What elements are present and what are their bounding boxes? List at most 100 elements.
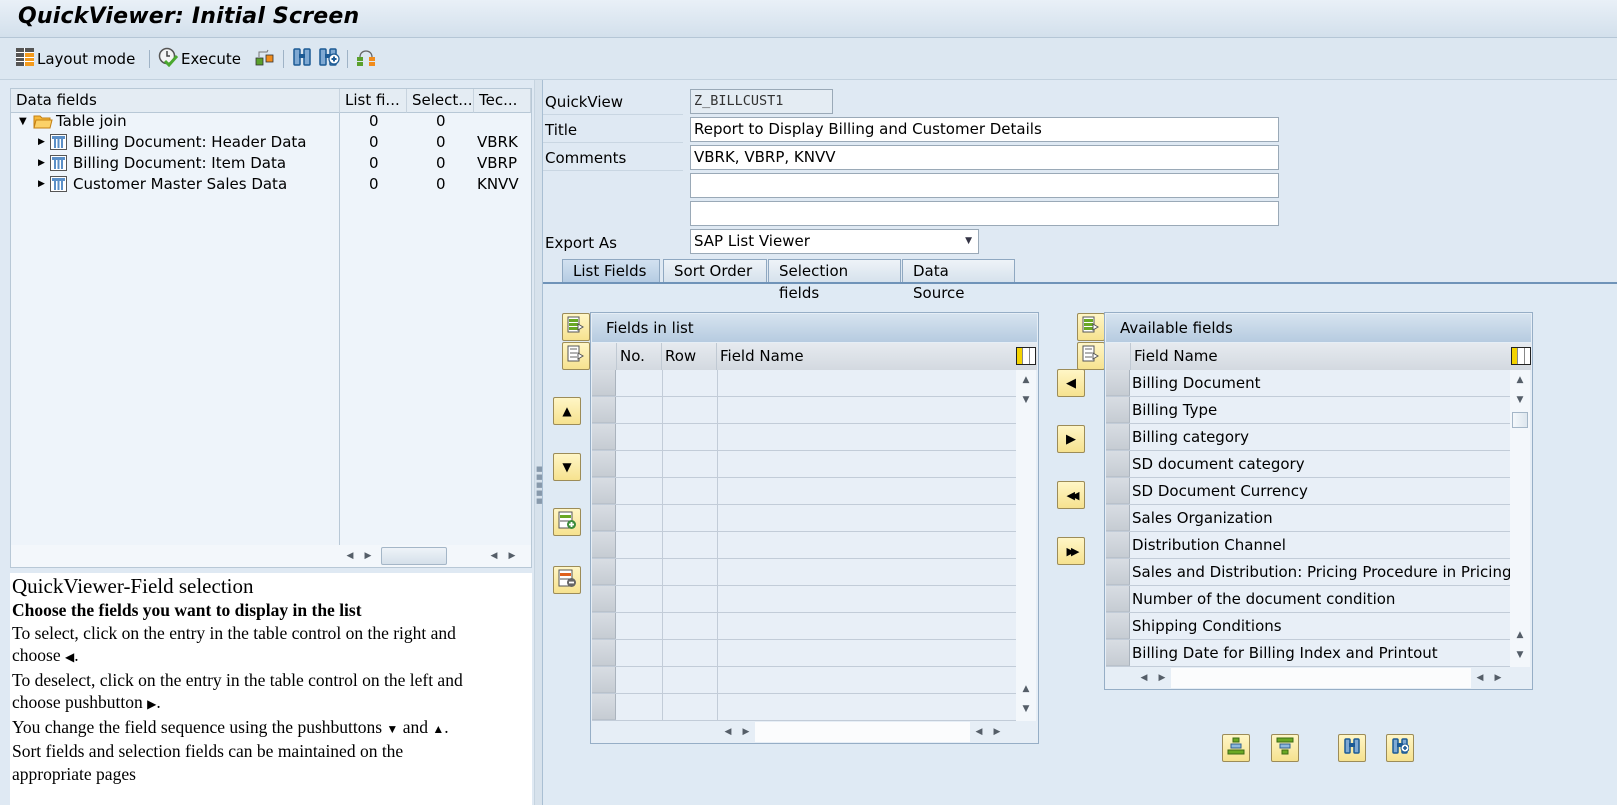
available-fields-horizontal-scrollbar[interactable]: ◀ ▶ ◀ ▶ <box>1135 667 1507 689</box>
available-deselect-all-button[interactable] <box>1077 342 1105 370</box>
find-field-button[interactable] <box>1338 734 1366 762</box>
fields-in-list-row[interactable] <box>592 694 1016 721</box>
row-selector[interactable] <box>1106 586 1130 612</box>
row-selector[interactable] <box>592 532 616 558</box>
row-selector[interactable] <box>592 640 616 666</box>
fields-in-list-row[interactable] <box>592 586 1016 613</box>
sort-ascending-button[interactable] <box>1222 734 1250 762</box>
add-all-fields-button[interactable]: ◀◀ <box>1057 481 1085 509</box>
available-field-row[interactable]: Billing Document <box>1106 370 1510 397</box>
available-field-row[interactable]: Shipping Conditions <box>1106 613 1510 640</box>
find-next-button[interactable] <box>318 46 340 72</box>
available-fields-vertical-scrollbar[interactable]: ▲ ▼ ▲ ▼ <box>1510 370 1530 667</box>
scroll-right-icon[interactable]: ▶ <box>503 546 521 566</box>
scroll-down-icon[interactable]: ▼ <box>1016 699 1036 719</box>
move-down-button[interactable]: ▼ <box>553 453 581 481</box>
tree-header-data-fields[interactable]: Data fields <box>11 89 340 113</box>
transport-button[interactable] <box>255 46 275 72</box>
scroll-left-icon[interactable]: ◀ <box>1471 668 1489 688</box>
scroll-down-icon[interactable]: ▼ <box>1510 390 1530 410</box>
scroll-right-icon[interactable]: ▶ <box>1153 668 1171 688</box>
fields-in-list-row[interactable] <box>592 532 1016 559</box>
row-selector[interactable] <box>592 505 616 531</box>
fields-in-list-row[interactable] <box>592 451 1016 478</box>
scroll-track[interactable] <box>1171 668 1471 688</box>
available-field-row[interactable]: SD document category <box>1106 451 1510 478</box>
available-select-all-button[interactable] <box>1077 313 1105 341</box>
column-header-no[interactable]: No. <box>617 343 662 370</box>
row-selector[interactable] <box>592 694 616 720</box>
select-all-cell[interactable] <box>1106 343 1131 370</box>
scroll-up-icon[interactable]: ▲ <box>1510 370 1530 390</box>
column-header-field-name[interactable]: Field Name <box>717 343 1017 370</box>
remove-field-button[interactable]: ▶ <box>1057 425 1085 453</box>
fields-in-list-row[interactable] <box>592 559 1016 586</box>
deselect-all-button[interactable] <box>562 342 590 370</box>
row-selector[interactable] <box>592 397 616 423</box>
fields-in-list-row[interactable] <box>592 397 1016 424</box>
fields-in-list-row[interactable] <box>592 370 1016 397</box>
scroll-up-icon[interactable]: ▲ <box>1510 625 1530 645</box>
available-field-row[interactable]: Billing category <box>1106 424 1510 451</box>
scroll-right-icon[interactable]: ▶ <box>988 722 1006 742</box>
tree-row-table-join[interactable]: ▼ Table join 0 0 <box>11 111 531 132</box>
tab-sort-order[interactable]: Sort Order <box>663 259 767 283</box>
fields-in-list-row[interactable] <box>592 424 1016 451</box>
fields-in-list-vertical-scrollbar[interactable]: ▲ ▼ ▲ ▼ <box>1016 370 1036 721</box>
available-field-row[interactable]: Sales and Distribution: Pricing Procedur… <box>1106 559 1511 586</box>
scroll-left-icon[interactable]: ◀ <box>719 722 737 742</box>
row-selector[interactable] <box>1106 505 1130 531</box>
scroll-left-icon[interactable]: ◀ <box>341 546 359 566</box>
row-selector[interactable] <box>592 478 616 504</box>
column-header-row[interactable]: Row <box>662 343 717 370</box>
row-selector[interactable] <box>1106 478 1130 504</box>
available-field-row[interactable]: Billing Date for Billing Index and Print… <box>1106 640 1510 667</box>
scroll-right-icon[interactable]: ▶ <box>737 722 755 742</box>
fields-in-list-row[interactable] <box>592 640 1016 667</box>
hierarchy-button[interactable] <box>356 46 376 72</box>
tree-horizontal-scrollbar[interactable]: ◀ ▶ ◀ ▶ <box>11 545 531 567</box>
tree-header-list-fields[interactable]: List fi... <box>340 89 407 113</box>
scroll-right-icon[interactable]: ▶ <box>359 546 377 566</box>
scroll-right-icon[interactable]: ▶ <box>1489 668 1507 688</box>
tab-data-source[interactable]: Data Source <box>902 259 1015 302</box>
splitter-grip-icon[interactable]: ■ ■ ■ ■ ■ <box>536 465 543 505</box>
row-selector[interactable] <box>592 451 616 477</box>
row-selector[interactable] <box>1106 397 1130 423</box>
move-up-button[interactable]: ▲ <box>553 397 581 425</box>
scroll-track[interactable] <box>755 722 970 742</box>
row-selector[interactable] <box>592 667 616 693</box>
scroll-down-icon[interactable]: ▼ <box>1510 645 1530 665</box>
pane-splitter[interactable]: ■ ■ ■ ■ ■ <box>534 80 543 805</box>
row-selector[interactable] <box>1106 424 1130 450</box>
tree-collapse-icon[interactable]: ▶ <box>38 153 45 174</box>
comments-field-line-2[interactable] <box>690 173 1279 198</box>
comments-field[interactable]: VBRK, VBRP, KNVV <box>690 145 1279 170</box>
select-all-button[interactable] <box>562 313 590 341</box>
tree-header-selection-fields[interactable]: Select... <box>407 89 474 113</box>
row-selector[interactable] <box>1106 370 1130 396</box>
find-button[interactable] <box>292 46 312 72</box>
delete-row-button[interactable] <box>553 566 581 594</box>
row-selector[interactable] <box>592 370 616 396</box>
remove-all-fields-button[interactable]: ▶▶ <box>1057 537 1085 565</box>
fields-in-list-row[interactable] <box>592 667 1016 694</box>
scroll-left-icon[interactable]: ◀ <box>485 546 503 566</box>
scroll-up-icon[interactable]: ▲ <box>1016 679 1036 699</box>
select-all-cell[interactable] <box>592 343 617 370</box>
tree-collapse-icon[interactable]: ▶ <box>38 132 45 153</box>
scroll-thumb[interactable] <box>381 547 447 565</box>
fields-in-list-row[interactable] <box>592 505 1016 532</box>
quickview-field[interactable]: Z_BILLCUST1 <box>690 89 833 114</box>
available-field-row[interactable]: Number of the document condition <box>1106 586 1510 613</box>
scroll-thumb[interactable] <box>1512 412 1528 428</box>
tree-row-vbrk[interactable]: ▶ Billing Document: Header Data 0 0 VBRK <box>11 132 531 153</box>
column-settings-icon[interactable] <box>1016 347 1036 365</box>
insert-row-button[interactable] <box>553 508 581 536</box>
available-field-row[interactable]: Distribution Channel <box>1106 532 1510 559</box>
sort-descending-button[interactable] <box>1271 734 1299 762</box>
column-settings-icon[interactable] <box>1511 347 1531 365</box>
tree-header-technical-name[interactable]: Tec... <box>474 89 531 113</box>
fields-in-list-horizontal-scrollbar[interactable]: ◀ ▶ ◀ ▶ <box>719 721 1006 743</box>
available-field-row[interactable]: Sales Organization <box>1106 505 1510 532</box>
